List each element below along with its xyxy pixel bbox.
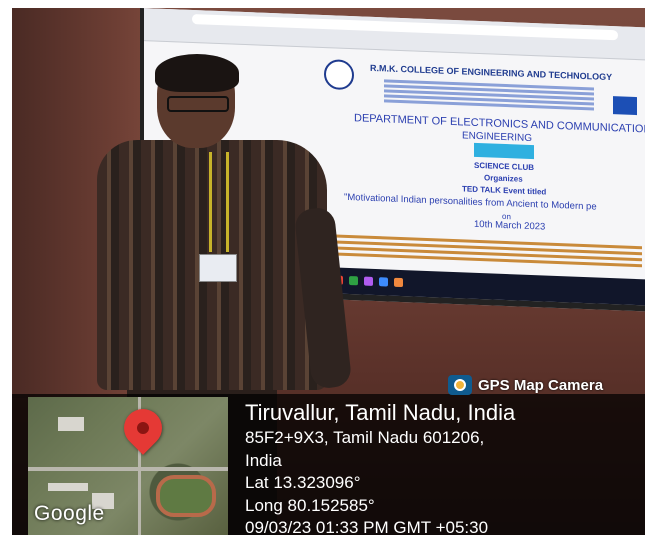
map-sports-track [156, 475, 216, 517]
location-address-1: 85F2+9X3, Tamil Nadu 601206, [245, 428, 485, 447]
slide-event-type: TED TALK Event titled [462, 184, 547, 197]
slide-fine-print [384, 77, 594, 112]
id-card [199, 254, 237, 282]
gps-camera-text: GPS Map Camera [478, 376, 604, 394]
slide-objective [312, 231, 642, 271]
location-datetime: 09/03/23 01:33 PM GMT +05:30 [245, 518, 489, 537]
glasses [167, 96, 229, 112]
map-road [28, 467, 228, 471]
map-brand: Google [34, 502, 105, 525]
slide-club: SCIENCE CLUB [474, 160, 535, 173]
nba-logo-icon [613, 96, 637, 116]
location-longitude: Long 80.152585° [245, 495, 375, 515]
hair [155, 54, 239, 92]
lanyard [209, 152, 229, 252]
location-address-2: India [245, 450, 282, 470]
slide-date: 10th March 2023 [474, 218, 546, 233]
gps-camera-icon [448, 375, 472, 395]
map-building [48, 483, 88, 491]
gps-camera-label: GPS Map Camera [444, 373, 603, 397]
location-city: Tiruvallur, Tamil Nadu, India [245, 400, 516, 425]
map-pin-icon [116, 401, 170, 455]
slide-badge [474, 142, 534, 160]
slide-organizes: Organizes [484, 173, 523, 184]
location-info: Tiruvallur, Tamil Nadu, India 85F2+9X3, … [245, 399, 643, 540]
slide-department-2: ENGINEERING [462, 130, 533, 145]
map-building [58, 417, 84, 431]
slide-event-title: "Motivational Indian personalities from … [344, 191, 597, 213]
location-latitude: Lat 13.323096° [245, 473, 361, 492]
url-bar [192, 13, 618, 41]
